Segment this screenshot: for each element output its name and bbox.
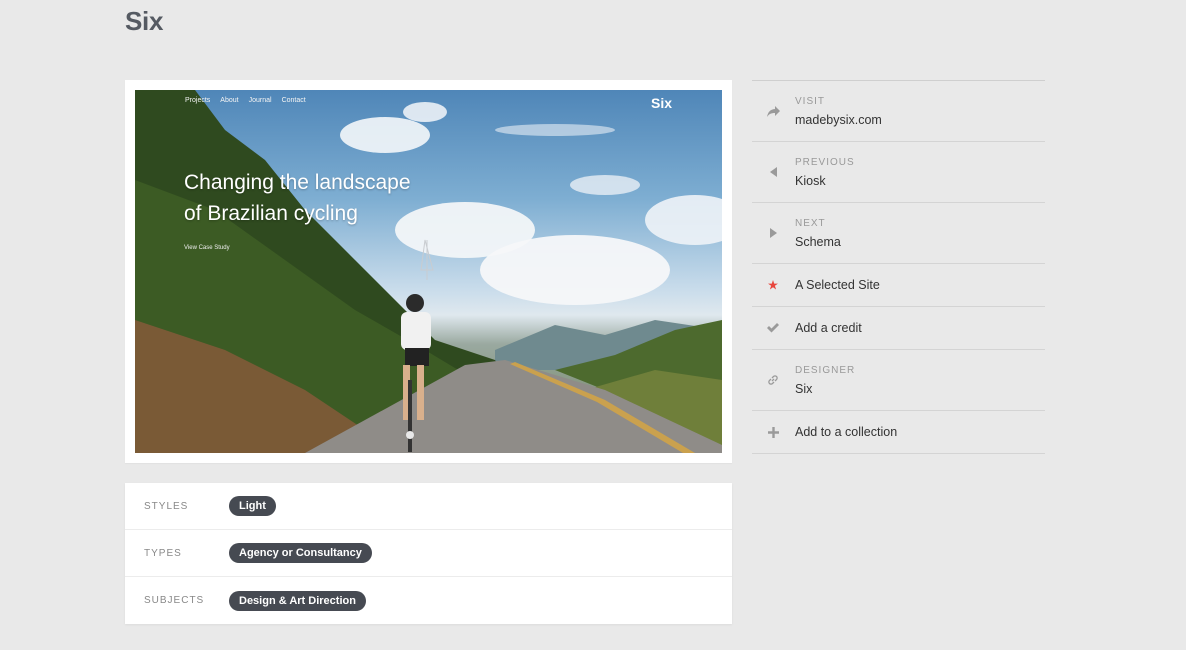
screenshot-nav: Projects About Journal Contact — [185, 97, 306, 104]
screenshot-nav-item: Contact — [281, 97, 306, 104]
style-tag[interactable]: Light — [229, 496, 276, 516]
meta-card: STYLES Light TYPES Agency or Consultancy… — [125, 483, 732, 624]
triangle-left-icon — [766, 165, 780, 179]
page-title: Six — [125, 6, 164, 36]
visit-kicker: VISIT — [795, 96, 826, 107]
selected-site-label: A Selected Site — [795, 278, 880, 292]
subjects-row: SUBJECTS Design & Art Direction — [125, 577, 732, 624]
star-icon — [766, 278, 780, 292]
previous-kicker: PREVIOUS — [795, 157, 855, 168]
meta-label: TYPES — [144, 547, 182, 559]
screenshot-nav-item: Projects — [185, 97, 211, 104]
next-kicker: NEXT — [795, 218, 826, 229]
designer-link[interactable]: DESIGNER Six — [752, 350, 1045, 411]
add-to-collection-button[interactable]: Add to a collection — [752, 411, 1045, 454]
screenshot-scene — [135, 90, 722, 453]
site-screenshot[interactable]: Projects About Journal Contact Six Chang… — [135, 90, 722, 453]
screenshot-headline: Changing the landscape of Brazilian cycl… — [184, 171, 411, 225]
sidebar: VISIT madebysix.com PREVIOUS Kiosk NEXT … — [752, 80, 1045, 454]
triangle-right-icon — [766, 226, 780, 240]
meta-label: SUBJECTS — [144, 595, 205, 606]
designer-kicker: DESIGNER — [795, 365, 856, 376]
types-row: TYPES Agency or Consultancy — [125, 530, 732, 577]
next-site[interactable]: Schema — [795, 235, 841, 249]
screenshot-card: Projects About Journal Contact Six Chang… — [125, 80, 732, 463]
type-tag[interactable]: Agency or Consultancy — [229, 543, 372, 563]
visit-link[interactable]: VISIT madebysix.com — [752, 81, 1045, 142]
designer-name[interactable]: Six — [795, 382, 812, 396]
add-to-collection-label[interactable]: Add to a collection — [795, 425, 897, 439]
subject-tag[interactable]: Design & Art Direction — [229, 590, 366, 611]
screenshot-nav-item: About — [220, 97, 239, 104]
previous-link[interactable]: PREVIOUS Kiosk — [752, 142, 1045, 203]
screenshot-nav-item: Journal — [248, 97, 272, 104]
plus-icon — [766, 425, 780, 439]
meta-label: STYLES — [144, 500, 189, 512]
screenshot-brand: Six — [650, 95, 672, 111]
next-link[interactable]: NEXT Schema — [752, 203, 1045, 264]
add-credit-button[interactable]: Add a credit — [752, 307, 1045, 350]
selected-site-badge[interactable]: A Selected Site — [752, 264, 1045, 307]
share-arrow-icon — [766, 104, 780, 118]
previous-site[interactable]: Kiosk — [795, 174, 826, 188]
screenshot-cta: View Case Study — [184, 245, 230, 251]
styles-row: STYLES Light — [125, 483, 732, 530]
add-credit-label[interactable]: Add a credit — [795, 321, 862, 335]
check-icon — [766, 321, 780, 335]
link-icon — [766, 373, 780, 387]
visit-url[interactable]: madebysix.com — [795, 113, 882, 127]
